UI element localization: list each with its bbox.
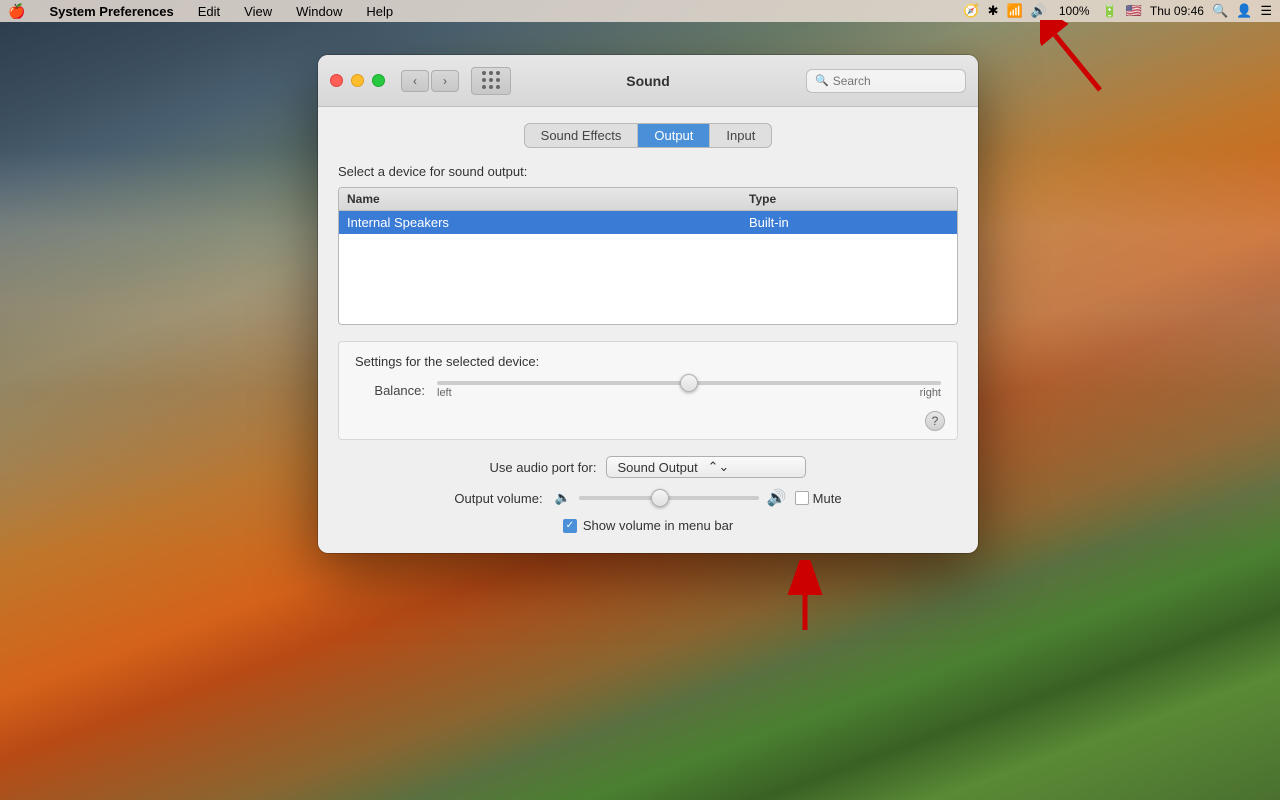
list-icon: ☰ — [1260, 3, 1272, 19]
close-button[interactable] — [330, 74, 343, 87]
output-volume-label: Output volume: — [454, 491, 542, 506]
audio-port-value: Sound Output — [617, 460, 707, 475]
volume-row: Output volume: 🔈 🔊 Mute — [354, 488, 942, 508]
flag-icon: 🇺🇸 — [1126, 3, 1142, 19]
menubar-app-name[interactable]: System Preferences — [45, 4, 177, 19]
traffic-lights — [330, 74, 385, 87]
menubar-edit-item[interactable]: Edit — [194, 4, 224, 19]
select-arrow-icon: ⌃⌄ — [707, 459, 797, 475]
menubar-view-item[interactable]: View — [240, 4, 276, 19]
volume-low-icon: 🔈 — [555, 490, 571, 506]
grid-dots-icon — [482, 71, 501, 90]
table-header: Name Type — [339, 188, 957, 211]
settings-section-label: Settings for the selected device: — [355, 354, 941, 369]
volume-high-icon: 🔊 — [767, 488, 787, 508]
balance-thumb[interactable] — [680, 374, 698, 392]
menubar: 🍎 System Preferences Sound Effects Edit … — [0, 0, 1280, 22]
search-icon: 🔍 — [815, 74, 829, 87]
tab-sound-effects[interactable]: Sound Effects — [525, 124, 639, 147]
volume-slider[interactable] — [579, 496, 759, 500]
tab-input[interactable]: Input — [710, 124, 771, 147]
mute-check-box[interactable] — [795, 491, 809, 505]
bluetooth-icon: ✱ — [988, 3, 999, 19]
window-body: Sound Effects Output Input Select a devi… — [318, 107, 978, 553]
battery-icon: 🔋 — [1102, 3, 1118, 19]
maximize-button[interactable] — [372, 74, 385, 87]
device-name-cell: Internal Speakers — [347, 215, 749, 230]
balance-row: Balance: left right — [355, 381, 941, 399]
compass-icon: 🧭 — [963, 3, 979, 19]
sound-preferences-window: ‹ › Sound 🔍 Sound Effects Output Input — [318, 55, 978, 553]
table-empty-area — [339, 234, 957, 324]
battery-percent: 100% — [1055, 4, 1094, 18]
window-titlebar: ‹ › Sound 🔍 — [318, 55, 978, 107]
show-volume-checkbox[interactable]: ✓ — [563, 519, 577, 533]
mute-label: Mute — [813, 491, 842, 506]
tabs: Sound Effects Output Input — [524, 123, 773, 148]
search-input[interactable] — [833, 74, 957, 88]
help-button[interactable]: ? — [925, 411, 945, 431]
menubar-right: 🧭 ✱ 📶 🔊 100% 🔋 🇺🇸 Thu 09:46 🔍 👤 ☰ — [963, 3, 1272, 19]
table-row[interactable]: Internal Speakers Built-in — [339, 211, 957, 234]
balance-slider-container: left right — [437, 381, 941, 399]
balance-track — [437, 381, 941, 385]
mute-checkbox[interactable]: Mute — [795, 491, 842, 506]
tabs-container: Sound Effects Output Input — [338, 123, 958, 148]
window-title: Sound — [626, 73, 670, 89]
column-name-header: Name — [347, 192, 749, 206]
apple-logo-icon[interactable]: 🍎 — [8, 3, 25, 20]
bottom-controls: Use audio port for: Sound Output ⌃⌄ Outp… — [338, 456, 958, 533]
device-type-cell: Built-in — [749, 215, 949, 230]
balance-label: Balance: — [355, 383, 425, 398]
user-icon: 👤 — [1236, 3, 1252, 19]
nav-buttons: ‹ › — [401, 70, 459, 92]
search-box[interactable]: 🔍 — [806, 69, 966, 93]
audio-port-row: Use audio port for: Sound Output ⌃⌄ — [354, 456, 942, 478]
table-body: Internal Speakers Built-in — [339, 211, 957, 324]
audio-port-select[interactable]: Sound Output ⌃⌄ — [606, 456, 806, 478]
show-volume-row: ✓ Show volume in menu bar — [354, 518, 942, 533]
volume-menubar-icon[interactable]: 🔊 — [1031, 3, 1047, 19]
minimize-button[interactable] — [351, 74, 364, 87]
menubar-time: Thu 09:46 — [1150, 4, 1204, 18]
menubar-window-item[interactable]: Window — [292, 4, 346, 19]
balance-left-label: left — [437, 387, 452, 399]
device-section-label: Select a device for sound output: — [338, 164, 958, 179]
show-volume-label: Show volume in menu bar — [583, 518, 733, 533]
tab-output[interactable]: Output — [638, 124, 710, 147]
wifi-icon: 📶 — [1006, 3, 1022, 19]
menubar-left: 🍎 System Preferences Sound Effects Edit … — [8, 3, 397, 20]
grid-view-button[interactable] — [471, 67, 511, 95]
volume-thumb[interactable] — [651, 489, 669, 507]
search-menubar-icon[interactable]: 🔍 — [1212, 3, 1228, 19]
settings-section: Settings for the selected device: Balanc… — [338, 341, 958, 440]
device-table: Name Type Internal Speakers Built-in — [338, 187, 958, 325]
forward-button[interactable]: › — [431, 70, 459, 92]
audio-port-label: Use audio port for: — [490, 460, 597, 475]
menubar-help-item[interactable]: Help — [362, 4, 397, 19]
back-button[interactable]: ‹ — [401, 70, 429, 92]
column-type-header: Type — [749, 192, 949, 206]
balance-right-label: right — [920, 387, 941, 399]
volume-fill — [579, 496, 660, 500]
